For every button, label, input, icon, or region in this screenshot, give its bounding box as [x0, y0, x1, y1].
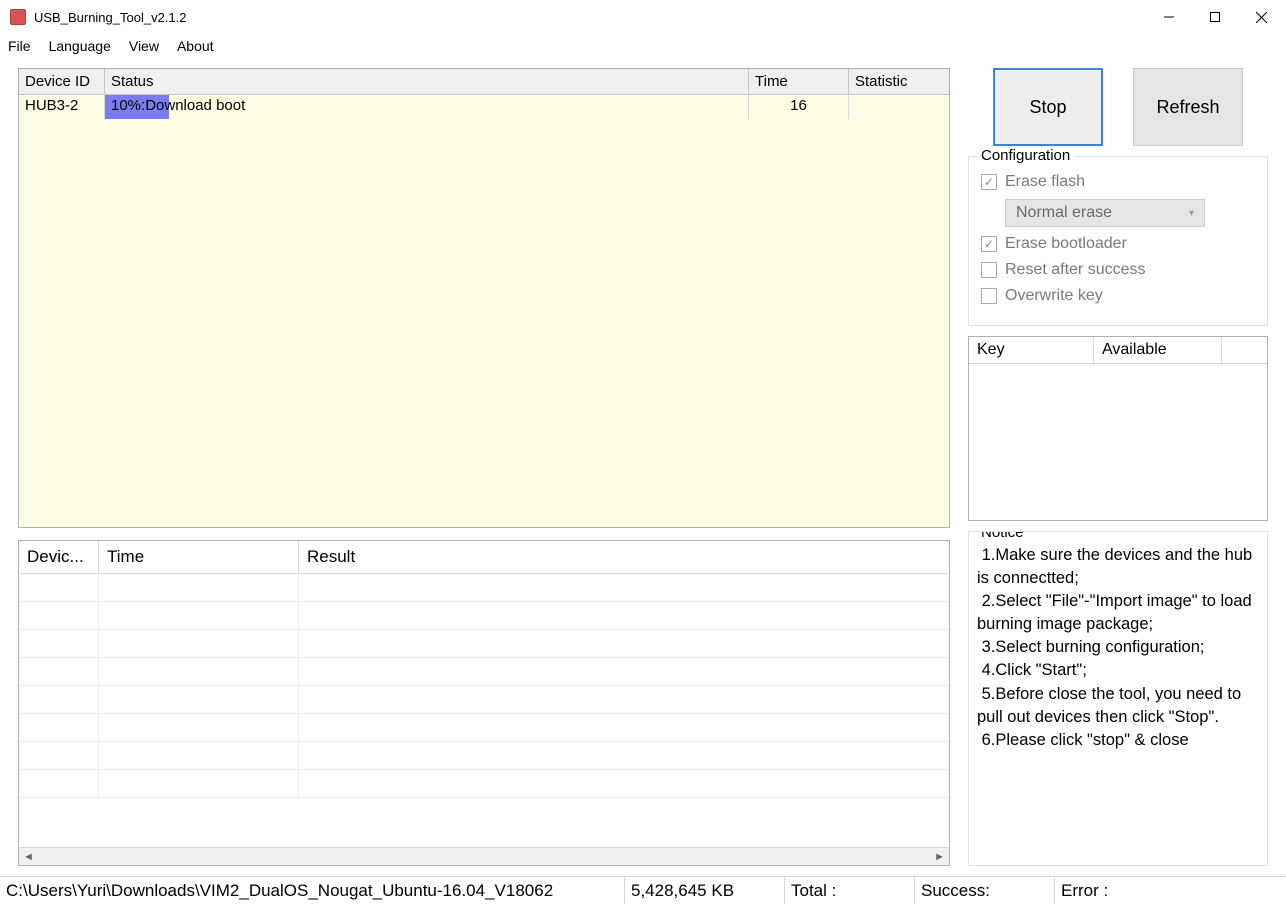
- configuration-group: Configuration Erase flash Normal erase ▾…: [968, 156, 1268, 326]
- menu-bar: File Language View About: [0, 34, 1286, 58]
- results-table: Devic... Time Result ◄ ►: [18, 540, 950, 866]
- status-path: C:\Users\Yuri\Downloads\VIM2_DualOS_Noug…: [0, 877, 625, 904]
- overwrite-key-label: Overwrite key: [1005, 287, 1103, 305]
- menu-language[interactable]: Language: [49, 38, 111, 54]
- status-bar: C:\Users\Yuri\Downloads\VIM2_DualOS_Noug…: [0, 876, 1286, 904]
- menu-about[interactable]: About: [177, 38, 214, 54]
- col-result-result[interactable]: Result: [299, 541, 949, 574]
- status-size: 5,428,645 KB: [625, 877, 785, 904]
- minimize-button[interactable]: [1146, 1, 1192, 33]
- result-row: [19, 714, 949, 742]
- configuration-title: Configuration: [977, 147, 1074, 164]
- result-row: [19, 602, 949, 630]
- menu-file[interactable]: File: [8, 38, 31, 54]
- col-key[interactable]: Key: [969, 337, 1094, 363]
- erase-mode-combo[interactable]: Normal erase ▾: [1005, 199, 1205, 227]
- scroll-left-icon[interactable]: ◄: [23, 851, 34, 863]
- result-row: [19, 574, 949, 602]
- device-id-cell: HUB3-2: [19, 95, 105, 119]
- col-result-time[interactable]: Time: [99, 541, 299, 574]
- title-bar: USB_Burning_Tool_v2.1.2: [0, 0, 1286, 34]
- erase-bootloader-checkbox[interactable]: [981, 236, 997, 252]
- status-error: Error :: [1055, 877, 1286, 904]
- erase-flash-label: Erase flash: [1005, 173, 1085, 191]
- col-available[interactable]: Available: [1094, 337, 1222, 363]
- notice-title: Notice: [977, 531, 1028, 543]
- app-icon: [10, 9, 26, 25]
- devices-table: Device ID Status Time Statistic HUB3-2 1…: [18, 68, 950, 528]
- chevron-down-icon: ▾: [1189, 208, 1194, 219]
- reset-after-success-label: Reset after success: [1005, 261, 1146, 279]
- col-time[interactable]: Time: [749, 69, 849, 95]
- maximize-button[interactable]: [1192, 1, 1238, 33]
- device-row[interactable]: HUB3-2 10%:Download boot 16: [19, 95, 949, 119]
- result-row: [19, 658, 949, 686]
- window-title: USB_Burning_Tool_v2.1.2: [34, 10, 1146, 25]
- device-stat-cell: [849, 95, 949, 119]
- col-status[interactable]: Status: [105, 69, 749, 95]
- col-device-id[interactable]: Device ID: [19, 69, 105, 95]
- col-extra[interactable]: [1222, 337, 1267, 363]
- h-scrollbar[interactable]: ◄ ►: [19, 847, 949, 865]
- stop-button[interactable]: Stop: [993, 68, 1103, 146]
- key-table: Key Available: [968, 336, 1268, 521]
- scroll-right-icon[interactable]: ►: [934, 851, 945, 863]
- col-statistic[interactable]: Statistic: [849, 69, 949, 95]
- erase-bootloader-label: Erase bootloader: [1005, 235, 1127, 253]
- erase-mode-value: Normal erase: [1016, 204, 1112, 222]
- result-row: [19, 630, 949, 658]
- erase-flash-checkbox[interactable]: [981, 174, 997, 190]
- progress-text: 10%:Download boot: [105, 95, 251, 116]
- result-row: [19, 686, 949, 714]
- status-success: Success:: [915, 877, 1055, 904]
- menu-view[interactable]: View: [129, 38, 159, 54]
- overwrite-key-checkbox[interactable]: [981, 288, 997, 304]
- reset-after-success-checkbox[interactable]: [981, 262, 997, 278]
- notice-text: 1.Make sure the devices and the hub is c…: [977, 544, 1259, 752]
- notice-panel: Notice 1.Make sure the devices and the h…: [968, 531, 1268, 866]
- device-time-cell: 16: [749, 95, 849, 119]
- device-status-cell: 10%:Download boot: [105, 95, 749, 119]
- result-row: [19, 770, 949, 798]
- result-row: [19, 742, 949, 770]
- close-button[interactable]: [1238, 1, 1284, 33]
- refresh-button[interactable]: Refresh: [1133, 68, 1243, 146]
- status-total: Total :: [785, 877, 915, 904]
- col-result-device[interactable]: Devic...: [19, 541, 99, 574]
